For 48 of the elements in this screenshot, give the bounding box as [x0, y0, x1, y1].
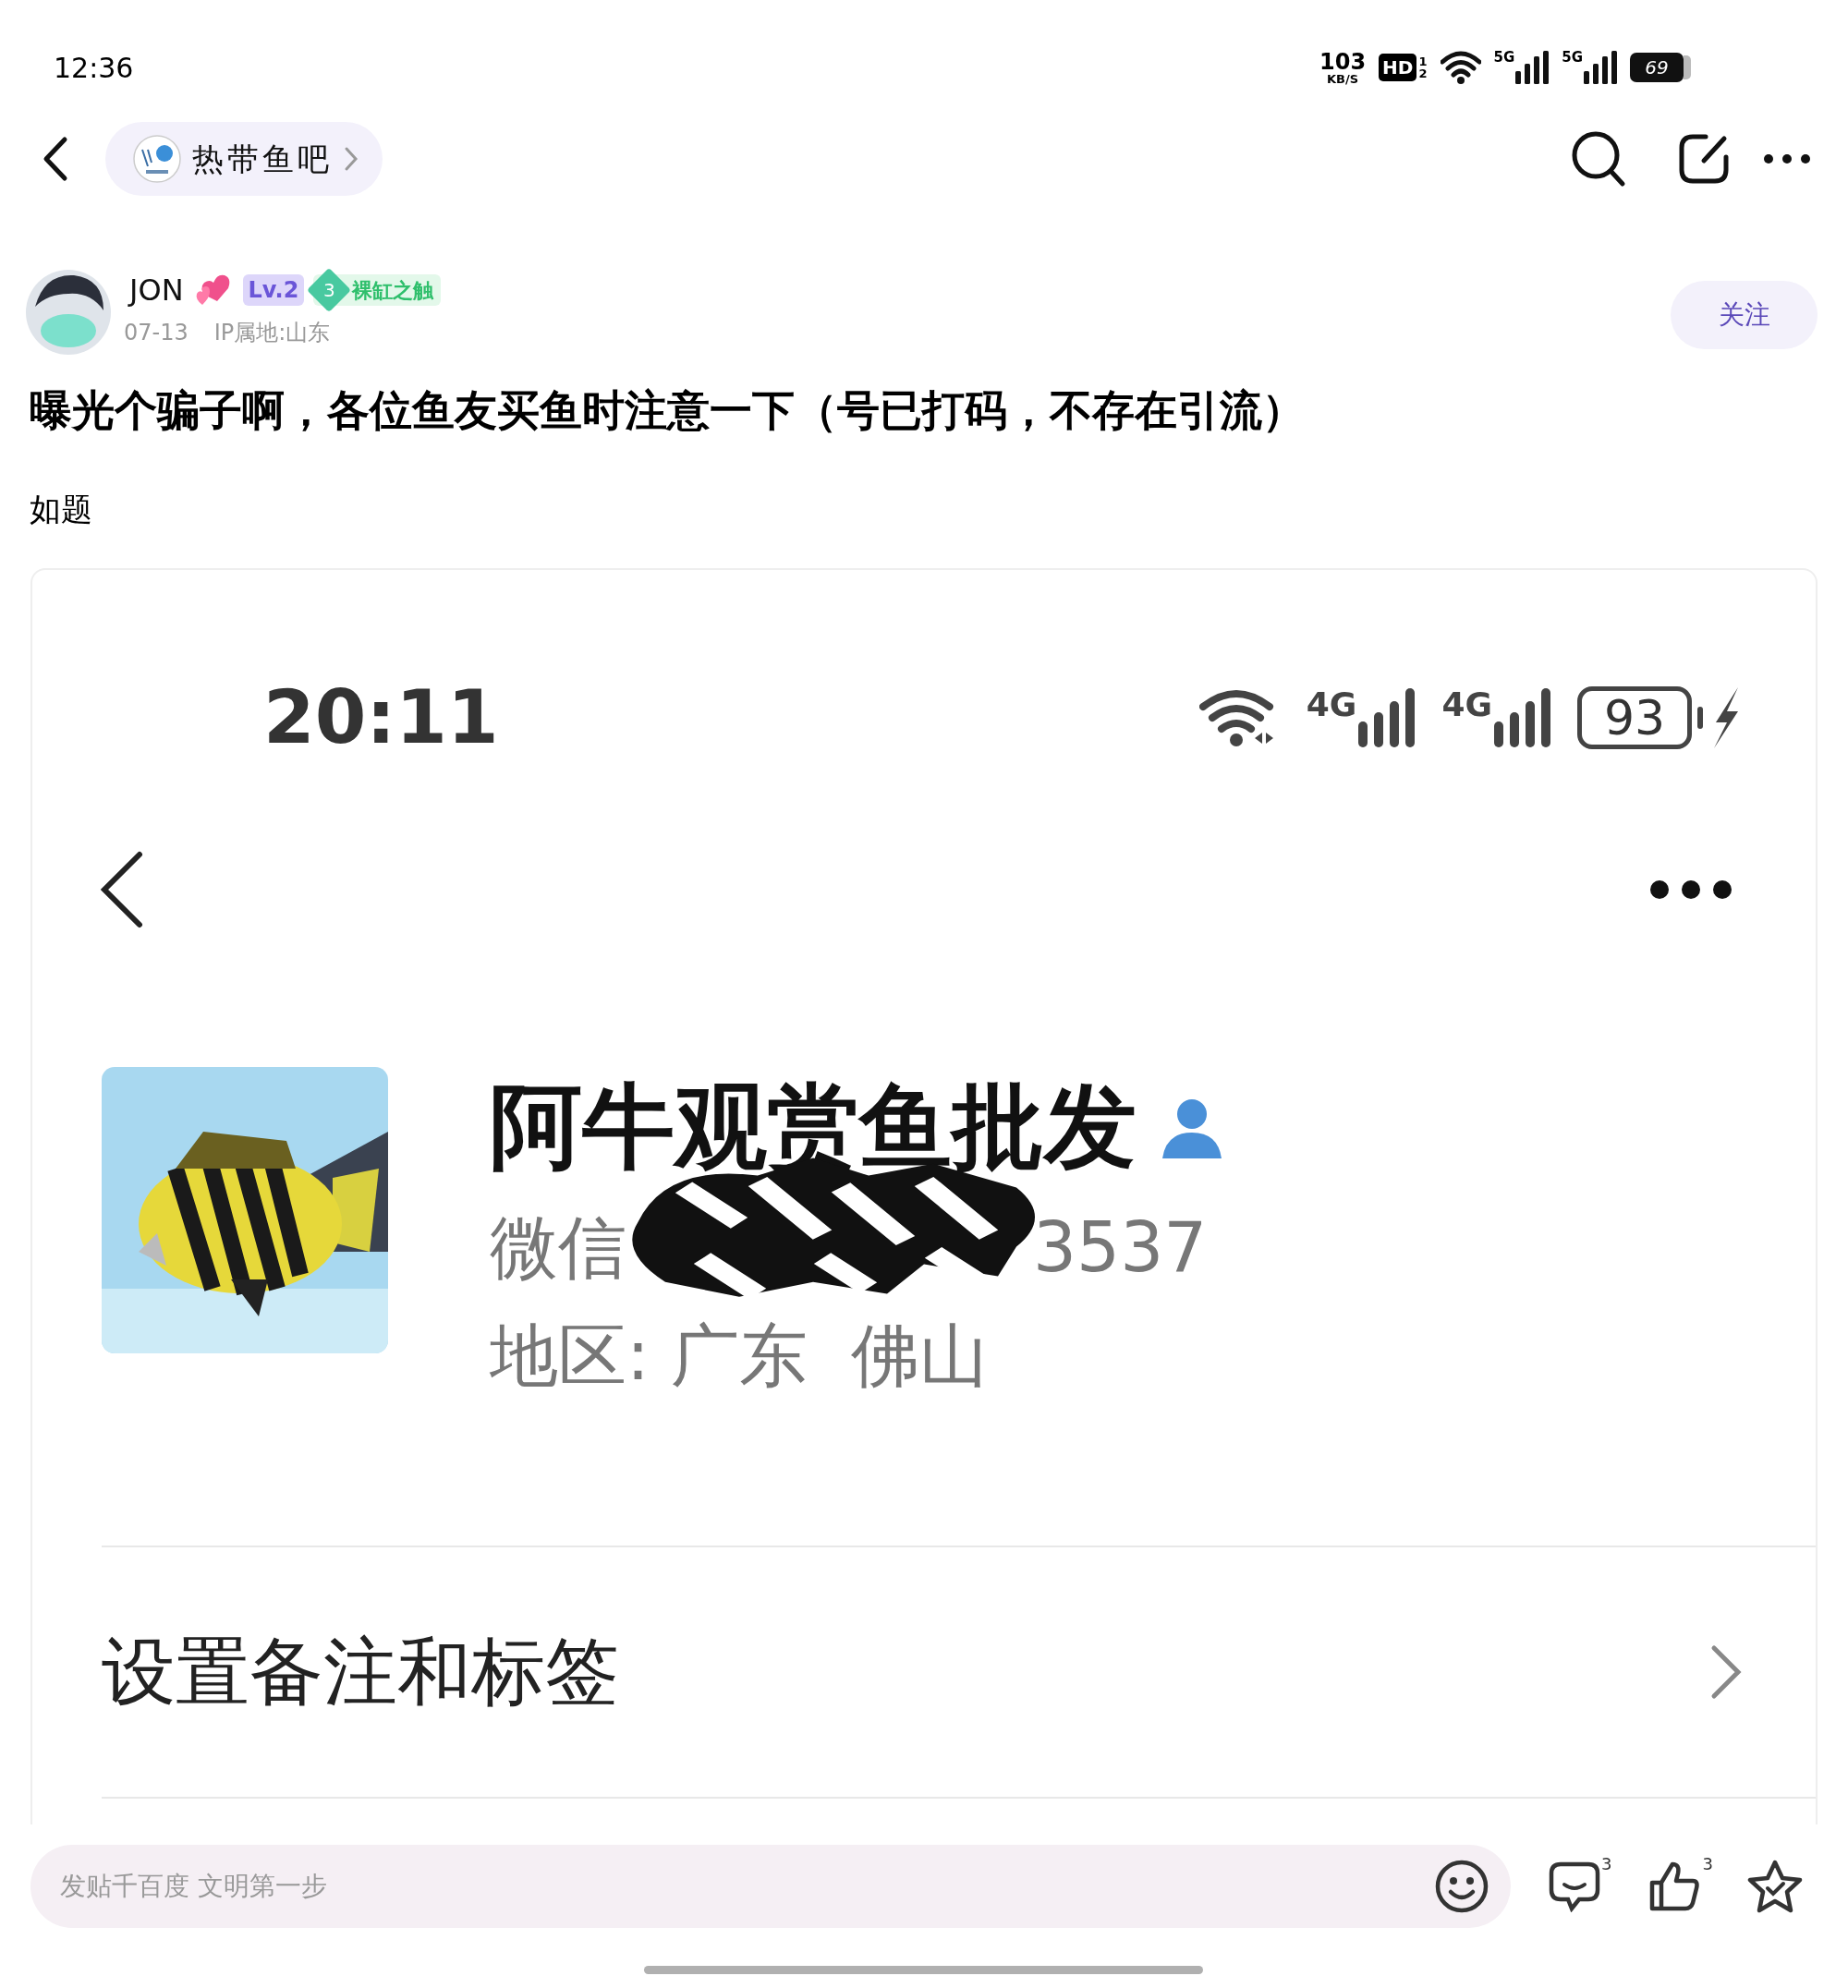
sim-number: 1: [1418, 55, 1428, 67]
star-icon[interactable]: [1745, 1859, 1804, 1914]
wechat-label: 微信: [490, 1206, 626, 1289]
back-icon: [99, 851, 145, 928]
follow-button[interactable]: 关注: [1671, 281, 1818, 349]
level-badge: Lv.2: [242, 274, 305, 306]
more-icon: [1649, 879, 1732, 900]
reply-field[interactable]: 发贴千百度 文明第一步: [30, 1845, 1511, 1928]
author-name[interactable]: JON: [129, 268, 184, 312]
battery-terminal-icon: [1697, 707, 1703, 729]
emoji-icon[interactable]: [1435, 1860, 1489, 1913]
network-speed-unit: KB/S: [1327, 72, 1359, 85]
signal-icon: [1494, 688, 1553, 747]
edit-icon[interactable]: [1678, 133, 1730, 185]
battery-terminal-icon: [1684, 55, 1691, 79]
network-type: 5G: [1562, 51, 1583, 65]
network-type: 4G: [1306, 688, 1357, 721]
more-icon[interactable]: [1763, 153, 1811, 164]
post-date: 07-13: [124, 319, 188, 347]
reply-input[interactable]: 发贴千百度 文明第一步: [60, 1867, 1435, 1906]
like-count: 3: [1702, 1853, 1713, 1875]
wechat-id: 3537: [1033, 1206, 1208, 1289]
forum-logo-icon: [133, 135, 181, 183]
search-icon[interactable]: [1571, 130, 1626, 188]
chevron-right-icon: [344, 146, 359, 172]
battery-level: 93: [1603, 689, 1666, 747]
comment-icon[interactable]: [1548, 1861, 1601, 1912]
wifi-icon: [1440, 51, 1481, 84]
hd-badge: HD: [1379, 54, 1417, 81]
clock: 12:36: [54, 50, 134, 86]
chevron-right-icon: [1710, 1644, 1742, 1700]
ip-location: IP属地:山东: [213, 319, 331, 347]
badge-number: 3: [307, 267, 352, 313]
signal-icon: [1515, 51, 1550, 84]
signal-icon: [1584, 51, 1617, 84]
sim-number: 2: [1418, 67, 1428, 79]
battery-level: 69: [1645, 55, 1669, 80]
network-speed: 103: [1319, 50, 1367, 73]
region: 地区: 广东 佛山: [490, 1315, 990, 1397]
post-title: 曝光个骗子啊，各位鱼友买鱼时注意一下（号已打码，不存在引流）: [29, 384, 1306, 437]
network-type: 4G: [1441, 688, 1492, 721]
post-body: 如题: [29, 490, 93, 529]
screenshot-clock: 20:11: [263, 673, 499, 762]
avatar[interactable]: [26, 270, 111, 355]
forum-chip[interactable]: 热带鱼吧: [105, 122, 383, 196]
network-type: 5G: [1493, 51, 1515, 65]
comment-count: 3: [1601, 1853, 1612, 1875]
badge-label: 裸缸之触: [352, 277, 434, 304]
